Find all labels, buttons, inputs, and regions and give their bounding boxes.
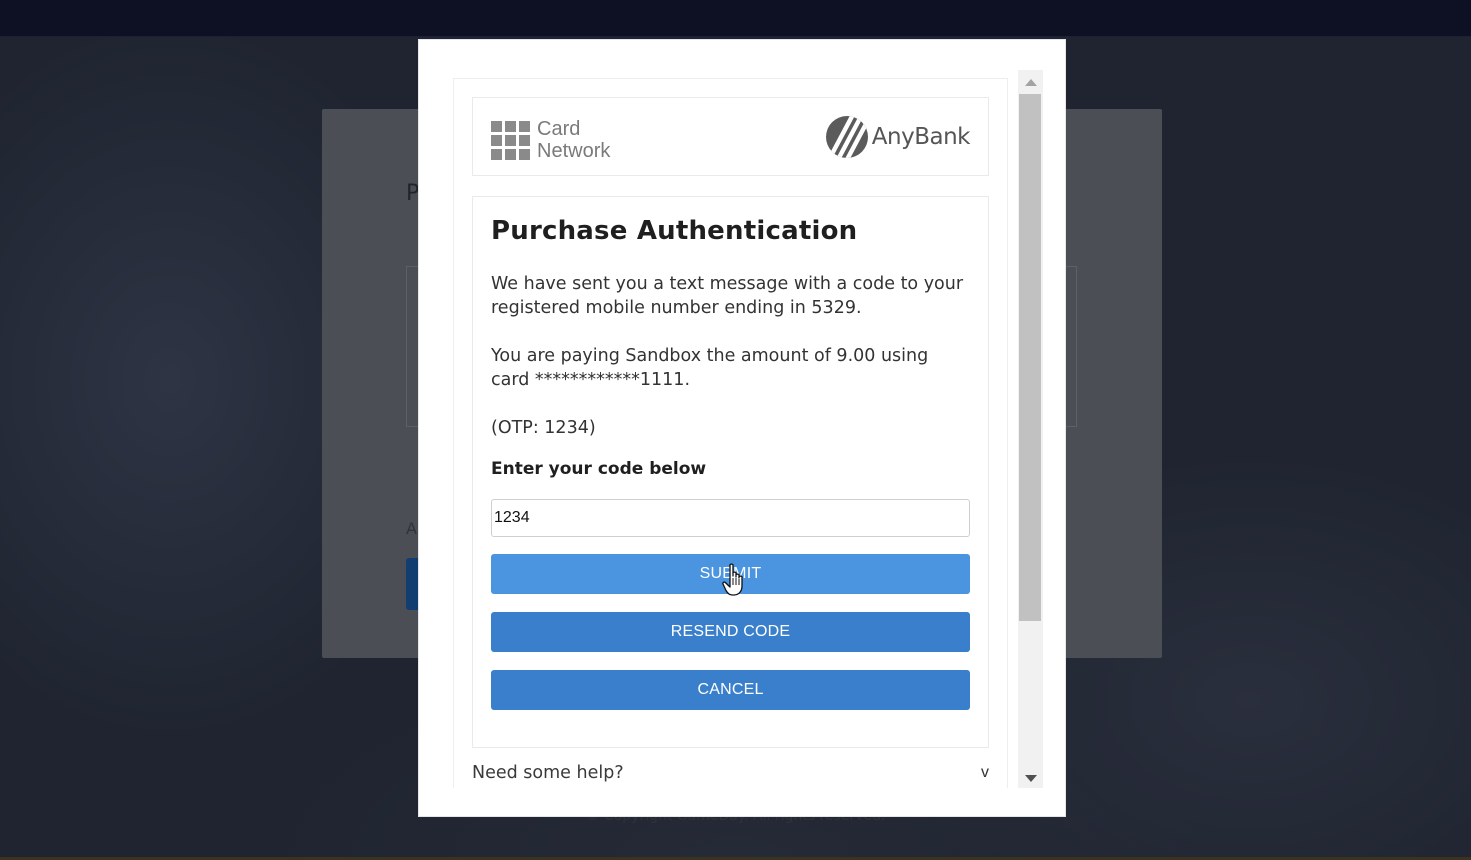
code-input-label: Enter your code below [491,459,707,479]
brand-logo-bar: Card Network AnyBank [472,97,989,176]
vertical-scrollbar[interactable] [1018,70,1043,788]
message-sent-text: We have sent you a text message with a c… [491,274,964,318]
anybank-name: AnyBank [871,124,971,150]
help-toggle[interactable]: Need some help? v [472,763,989,783]
card-network-line1: Card [537,118,581,140]
help-label: Need some help? [472,763,624,783]
background-card-label: A [406,519,417,538]
scroll-up-button[interactable] [1018,72,1043,92]
background-top-bar [0,0,1471,37]
anybank-logo: AnyBank [825,116,971,158]
code-input[interactable] [491,499,970,537]
chevron-down-icon: v [981,764,989,781]
grid-3x3-icon [491,120,530,160]
scroll-down-button[interactable] [1018,768,1043,788]
anybank-stripes-icon [825,116,868,158]
triangle-down-icon [1024,774,1037,782]
authentication-content: Purchase Authentication We have sent you… [472,196,989,748]
card-network-logo: Card Network [491,118,610,162]
scrollbar-thumb[interactable] [1019,94,1041,621]
resend-code-button[interactable]: RESEND CODE [491,612,970,652]
cancel-button[interactable]: CANCEL [491,670,970,710]
card-network-line2: Network [537,140,611,162]
authentication-modal: Card Network AnyBank Purchase Authentica… [418,39,1066,817]
authentication-frame: Card Network AnyBank Purchase Authentica… [453,78,1008,788]
page-title: Purchase Authentication [491,216,858,246]
card-network-text: Card Network [537,118,610,162]
hand-pointer-icon [722,563,743,596]
triangle-up-icon [1024,78,1037,86]
otp-hint-text: (OTP: 1234) [491,418,596,438]
payment-info-text: You are paying Sandbox the amount of 9.0… [491,346,929,390]
